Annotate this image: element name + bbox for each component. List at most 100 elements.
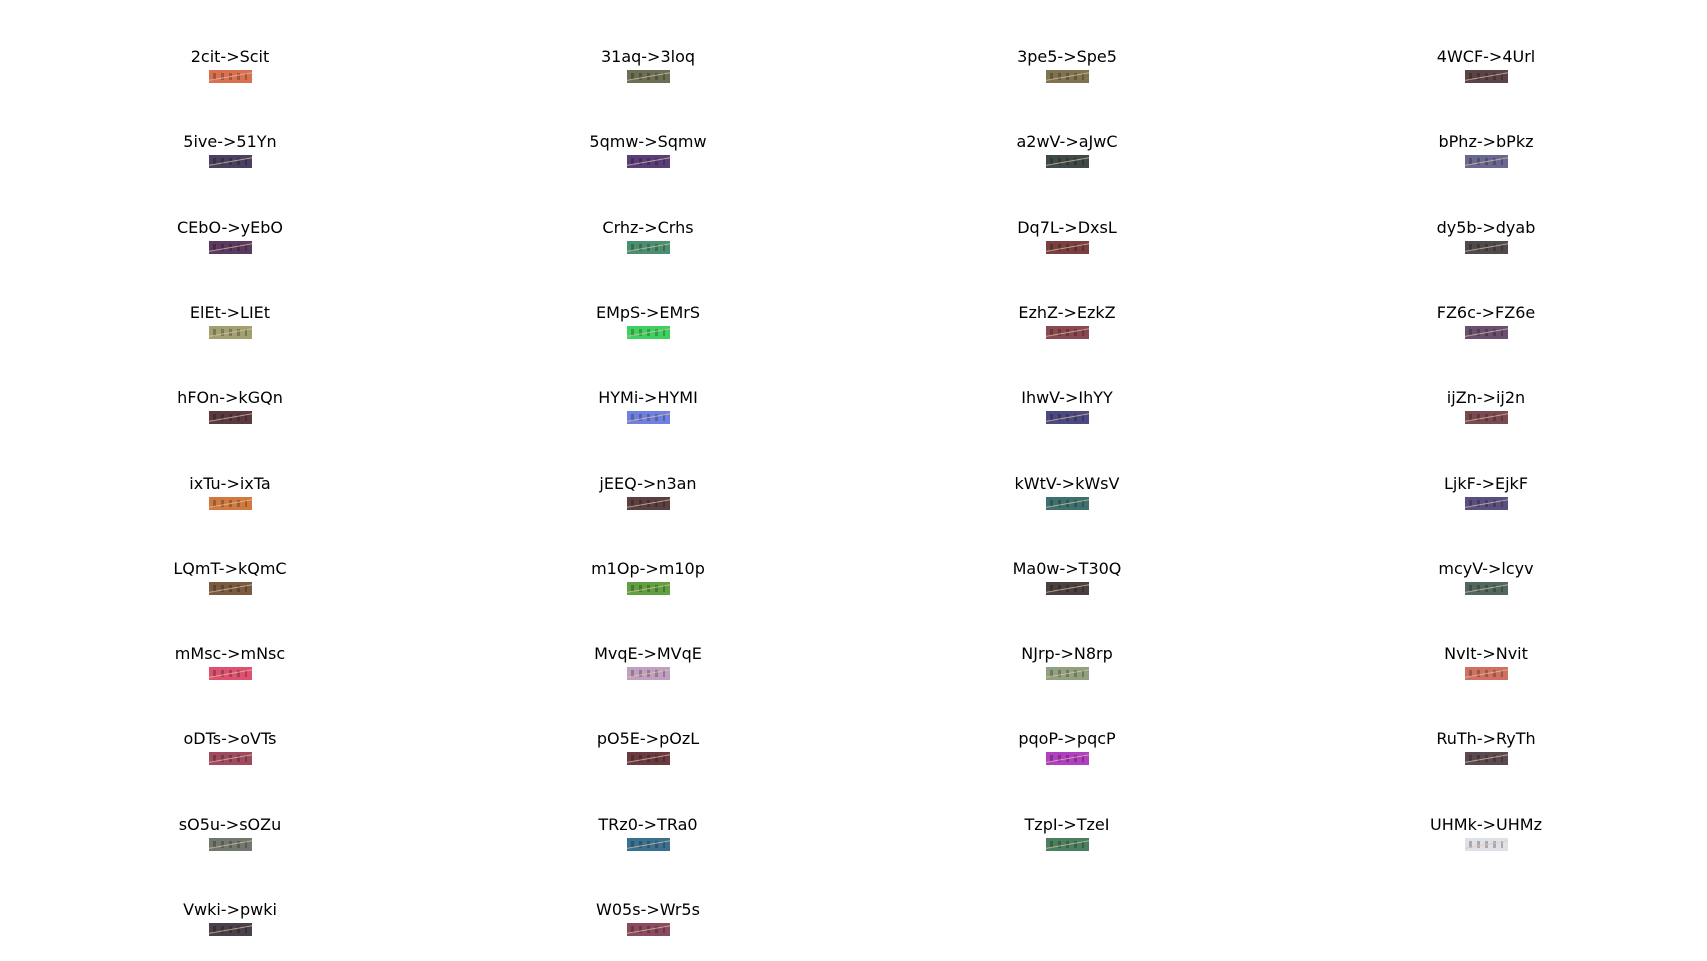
captcha-image [1046, 70, 1089, 83]
captcha-image [1046, 240, 1089, 254]
captcha-image [209, 667, 252, 681]
prediction-label: m1Op->m10p [591, 558, 705, 578]
captcha-image [627, 496, 670, 510]
captcha-image [209, 581, 252, 595]
captcha-image [1046, 667, 1089, 681]
prediction-label: 5ive->51Yn [183, 132, 277, 152]
prediction-panel: TzpI->TzeI [917, 815, 1217, 865]
prediction-label: pqoP->pqcP [1018, 729, 1116, 749]
captcha-image [209, 155, 252, 169]
prediction-label: pO5E->pOzL [596, 729, 700, 749]
prediction-label: oDTs->oVTs [183, 729, 277, 749]
captcha-image [1046, 155, 1089, 169]
prediction-label: MvqE->MVqE [594, 644, 702, 664]
prediction-panel: m1Op->m10p [498, 559, 798, 609]
captcha-image [1465, 411, 1508, 425]
prediction-panel: NvIt->Nvit [1336, 644, 1636, 694]
prediction-panel: 2cit->Scit [80, 47, 380, 97]
captcha-image [1465, 837, 1508, 851]
prediction-panel: IhwV->IhYY [917, 388, 1217, 438]
prediction-panel: ixTu->ixTa [80, 474, 380, 524]
prediction-panel: LQmT->kQmC [80, 559, 380, 609]
prediction-label: hFOn->kGQn [177, 388, 283, 408]
prediction-label: TRz0->TRa0 [598, 814, 698, 834]
captcha-image [627, 923, 670, 936]
prediction-panel: 5ive->51Yn [80, 132, 380, 182]
captcha-prediction-grid: 2cit->Scit 31aq->3loq 3pe5->Spe5 4WCF->4Url… [0, 0, 1707, 961]
prediction-label: RuTh->RyTh [1436, 729, 1536, 749]
captcha-image [627, 240, 670, 254]
prediction-label: NJrp->N8rp [1021, 644, 1113, 664]
captcha-image [209, 837, 252, 851]
prediction-panel: Vwki->pwki [80, 900, 380, 950]
prediction-panel: ijZn->ij2n [1336, 388, 1636, 438]
prediction-panel: mMsc->mNsc [80, 644, 380, 694]
prediction-label: 31aq->3loq [600, 47, 696, 66]
prediction-panel: Ma0w->T30Q [917, 559, 1217, 609]
prediction-panel: W05s->Wr5s [498, 900, 798, 950]
prediction-label: kWtV->kWsV [1014, 473, 1120, 493]
captcha-image [1046, 496, 1089, 510]
prediction-panel: oDTs->oVTs [80, 729, 380, 779]
prediction-panel: mcyV->lcyv [1336, 559, 1636, 609]
prediction-panel: hFOn->kGQn [80, 388, 380, 438]
prediction-label: Crhz->Crhs [602, 217, 694, 237]
prediction-panel: dy5b->dyab [1336, 218, 1636, 268]
prediction-panel: 4WCF->4Url [1336, 47, 1636, 97]
prediction-label: sO5u->sOZu [178, 814, 282, 834]
captcha-image [627, 581, 670, 595]
captcha-image [1465, 496, 1508, 510]
prediction-label: Ma0w->T30Q [1012, 558, 1122, 578]
captcha-image [627, 752, 670, 766]
prediction-label: a2wV->aJwC [1016, 132, 1118, 152]
captcha-image [209, 411, 252, 425]
captcha-image [209, 752, 252, 766]
prediction-label: ixTu->ixTa [189, 473, 271, 493]
captcha-image [1046, 752, 1089, 766]
captcha-image [209, 496, 252, 510]
prediction-panel: sO5u->sOZu [80, 815, 380, 865]
captcha-image [1465, 155, 1508, 169]
prediction-label: jEEQ->n3an [599, 473, 697, 493]
prediction-label: LQmT->kQmC [173, 558, 287, 578]
prediction-label: TzpI->TzeI [1024, 814, 1110, 834]
prediction-label: FZ6c->FZ6e [1436, 302, 1536, 322]
prediction-label: EMpS->EMrS [595, 302, 701, 322]
prediction-panel: pO5E->pOzL [498, 729, 798, 779]
prediction-label: Dq7L->DxsL [1017, 217, 1117, 237]
prediction-label: mcyV->lcyv [1438, 558, 1534, 578]
prediction-label: bPhz->bPkz [1438, 132, 1534, 152]
prediction-panel: Crhz->Crhs [498, 218, 798, 268]
prediction-label: 5qmw->Sqmw [589, 132, 707, 152]
prediction-panel: HYMi->HYMI [498, 388, 798, 438]
prediction-panel: kWtV->kWsV [917, 474, 1217, 524]
prediction-label: dy5b->dyab [1436, 217, 1536, 237]
captcha-image [1465, 752, 1508, 766]
prediction-panel: ElEt->LIEt [80, 303, 380, 353]
captcha-image [209, 240, 252, 254]
prediction-label: LjkF->EjkF [1443, 473, 1529, 493]
prediction-panel: UHMk->UHMz [1336, 815, 1636, 865]
captcha-image [1465, 70, 1508, 83]
prediction-panel: CEbO->yEbO [80, 218, 380, 268]
captcha-image [1046, 581, 1089, 595]
prediction-panel: 5qmw->Sqmw [498, 132, 798, 182]
prediction-label: Vwki->pwki [183, 900, 277, 919]
prediction-panel: FZ6c->FZ6e [1336, 303, 1636, 353]
captcha-image [1046, 837, 1089, 851]
prediction-label: EzhZ->EzkZ [1018, 302, 1116, 322]
prediction-label: UHMk->UHMz [1430, 814, 1542, 834]
prediction-panel: pqoP->pqcP [917, 729, 1217, 779]
captcha-image [1046, 411, 1089, 425]
prediction-label: W05s->Wr5s [596, 900, 700, 919]
prediction-label: HYMi->HYMI [598, 388, 698, 408]
prediction-label: ijZn->ij2n [1446, 388, 1526, 408]
captcha-image [1046, 325, 1089, 339]
prediction-label: CEbO->yEbO [177, 217, 283, 237]
prediction-panel: NJrp->N8rp [917, 644, 1217, 694]
prediction-panel: RuTh->RyTh [1336, 729, 1636, 779]
prediction-panel: 3pe5->Spe5 [917, 47, 1217, 97]
captcha-image [209, 923, 252, 936]
prediction-panel: EMpS->EMrS [498, 303, 798, 353]
prediction-panel: jEEQ->n3an [498, 474, 798, 524]
